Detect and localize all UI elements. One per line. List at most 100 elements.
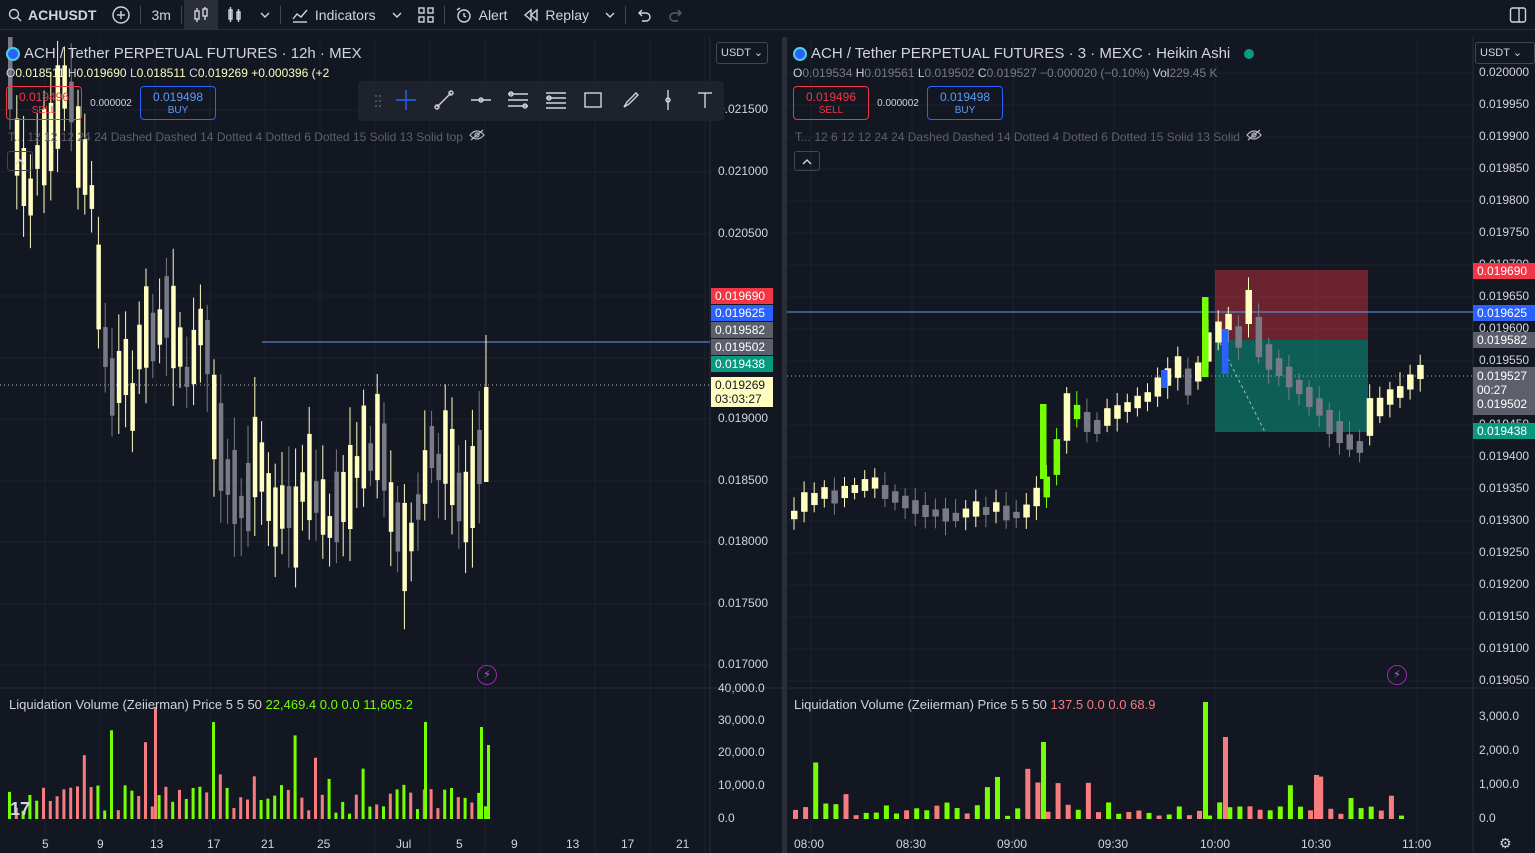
- replay-dropdown[interactable]: [597, 0, 623, 30]
- liquidation-bar: [1257, 809, 1263, 819]
- right-time-label-6: 11:00: [1402, 837, 1432, 851]
- left-price-tick-6: 0.017500: [718, 596, 769, 610]
- left-chart-pane[interactable]: ACH / Tether PERPETUAL FUTURES · 12h · M…: [0, 37, 782, 853]
- brush-tool[interactable]: [612, 81, 649, 121]
- left-price-badge-2: 0.019582: [711, 322, 773, 338]
- liquidation-bar: [456, 797, 460, 819]
- left-currency-select[interactable]: USDT ⌄: [716, 42, 769, 64]
- left-symbol-legend[interactable]: ACH / Tether PERPETUAL FUTURES · 12h · M…: [6, 45, 362, 62]
- left-spread: 0.000002: [90, 97, 132, 109]
- right-time-label-0: 08:00: [794, 837, 825, 851]
- right-low: 0.019502: [924, 66, 975, 80]
- candle-body: [334, 471, 339, 543]
- liquidation-bar: [144, 742, 147, 819]
- right-collapse-legend-button[interactable]: [794, 151, 820, 171]
- drag-handle-icon[interactable]: [368, 81, 388, 121]
- liquidation-bar: [833, 804, 839, 819]
- liquidation-bar: [307, 810, 311, 819]
- right-sub-indicator-legend[interactable]: Liquidation Volume (Zeiierman) Price 5 5…: [794, 697, 1155, 712]
- candle-body: [1346, 434, 1353, 450]
- undo-button[interactable]: [628, 0, 660, 30]
- right-price-tick-12: 0.019350: [1479, 481, 1530, 495]
- liquidation-bar: [184, 798, 188, 819]
- sidebar-icon: [1509, 6, 1527, 24]
- trend-line-tool[interactable]: [425, 81, 462, 121]
- liquidation-bar: [1156, 815, 1162, 819]
- left-chart-canvas[interactable]: [0, 37, 782, 853]
- candle-body: [942, 508, 949, 522]
- settings-icon[interactable]: ⚙: [1499, 835, 1512, 852]
- left-collapse-legend-button[interactable]: [7, 151, 33, 171]
- redo-button[interactable]: [660, 0, 692, 30]
- candle-body: [28, 178, 33, 216]
- parallel-channel-tool[interactable]: [500, 81, 537, 121]
- right-chart-pane[interactable]: ACH / Tether PERPETUAL FUTURES · 3 · MEX…: [787, 37, 1535, 853]
- replay-button[interactable]: Replay: [515, 0, 597, 30]
- crosshair-tool[interactable]: [388, 81, 425, 121]
- lightning-icon[interactable]: ⚡: [477, 665, 497, 685]
- rectangle-icon: [582, 90, 604, 113]
- candles-icon: [192, 6, 210, 24]
- liquidation-bar: [314, 757, 317, 819]
- lightning-icon[interactable]: ⚡: [1387, 665, 1407, 685]
- rectangle-tool[interactable]: [575, 81, 612, 121]
- indicators-dropdown[interactable]: [384, 0, 410, 30]
- left-last-price: 0.019269: [715, 378, 766, 392]
- candle-body: [962, 508, 970, 518]
- left-sub-indicator-legend[interactable]: Liquidation Volume (Zeiierman) Price 5 5…: [9, 697, 413, 712]
- liquidation-bar: [883, 805, 889, 819]
- compare-symbol-button[interactable]: [104, 0, 138, 30]
- right-sell-button[interactable]: 0.019496 SELL: [793, 86, 869, 120]
- symbol-search[interactable]: ACHUSDT: [0, 0, 104, 30]
- text-tool[interactable]: [687, 81, 724, 121]
- right-sub-val-1: 137.5: [1050, 697, 1084, 712]
- liquidation-bar: [1368, 806, 1374, 819]
- right-currency-select[interactable]: USDT ⌄: [1475, 42, 1535, 64]
- liquidation-bar: [803, 807, 809, 819]
- left-indicator-legend[interactable]: T... 12 12 12 24 24 Dashed Dashed 14 Dot…: [8, 129, 485, 144]
- candle-body: [212, 374, 217, 460]
- horizontal-line-tool[interactable]: [462, 81, 499, 121]
- right-volume: 229.45 K: [1169, 66, 1218, 80]
- candles-style-button[interactable]: [183, 0, 218, 30]
- candle-body: [1265, 344, 1273, 370]
- interval-button[interactable]: 3m: [143, 0, 178, 30]
- right-sub-val-4: 68.9: [1130, 697, 1156, 712]
- candle-body: [293, 486, 299, 568]
- left-buy-button[interactable]: 0.019498 BUY: [140, 86, 216, 120]
- liquidation-bar: [218, 774, 222, 819]
- chart-style-dropdown[interactable]: [252, 0, 278, 30]
- right-indicator-text: T... 12 6 12 12 24 24 Dashed Dashed 14 D…: [795, 129, 1240, 144]
- candle-body: [382, 423, 387, 491]
- eye-off-icon[interactable]: [469, 129, 485, 144]
- liquidation-bar: [1203, 702, 1208, 819]
- bars-style-button[interactable]: [218, 0, 252, 30]
- left-ohlc-values: O0.018511 H0.019690 L0.018511 C0.019269 …: [6, 66, 330, 80]
- vertical-line-tool[interactable]: [649, 81, 686, 121]
- fib-tool[interactable]: [537, 81, 574, 121]
- tradingview-logo[interactable]: 17: [10, 799, 30, 820]
- right-chart-canvas[interactable]: [787, 37, 1535, 853]
- right-price-tick-5: 0.019750: [1479, 225, 1530, 239]
- liquidation-bar: [1388, 795, 1394, 819]
- left-time-label-11: 21: [676, 837, 690, 851]
- layout-button[interactable]: [410, 0, 442, 30]
- liquidation-bar: [341, 801, 345, 819]
- right-indicator-legend[interactable]: T... 12 6 12 12 24 24 Dashed Dashed 14 D…: [795, 129, 1262, 144]
- separator: [279, 5, 281, 24]
- right-buy-price: 0.019498: [939, 90, 991, 104]
- candle-body: [470, 446, 475, 528]
- right-buy-button[interactable]: 0.019498 BUY: [927, 86, 1003, 120]
- alert-button[interactable]: Alert: [447, 0, 516, 30]
- right-symbol-legend[interactable]: ACH / Tether PERPETUAL FUTURES · 3 · MEX…: [793, 45, 1255, 62]
- drawing-toolbar: [358, 81, 724, 121]
- left-sell-button[interactable]: 0.019496 SELL: [6, 86, 82, 120]
- liquidation-bar: [1015, 808, 1021, 819]
- panel-toggle-button[interactable]: [1501, 0, 1535, 30]
- candle-body: [402, 502, 407, 592]
- indicators-button[interactable]: Indicators: [283, 0, 384, 30]
- liquidation-bar: [1045, 811, 1051, 819]
- chevron-up-icon: [15, 154, 25, 169]
- eye-off-icon[interactable]: [1246, 129, 1262, 144]
- left-close: 0.019269: [197, 66, 248, 80]
